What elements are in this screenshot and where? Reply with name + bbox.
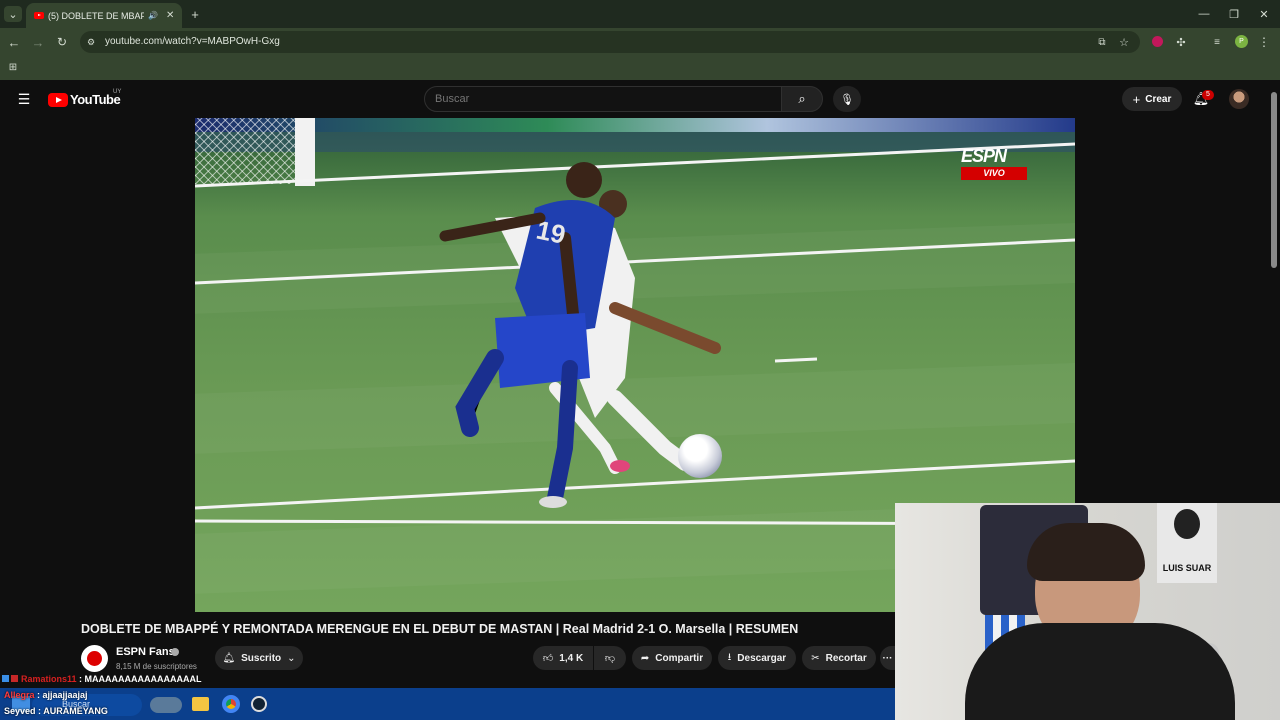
extension-icon[interactable]: [1152, 36, 1163, 47]
download-button[interactable]: ⭳ Descargar: [718, 646, 796, 670]
forward-icon[interactable]: →: [30, 34, 46, 50]
like-count: 1,4 K: [559, 652, 584, 664]
bookmark-star-icon[interactable]: ☆: [1117, 34, 1131, 50]
espn-e-icon: [87, 651, 102, 666]
share-arrow-icon: ➦: [640, 652, 650, 664]
streamer-webcam: LUIS SUAR: [895, 503, 1280, 720]
profile-avatar-icon[interactable]: P: [1235, 35, 1248, 48]
extensions-puzzle-icon[interactable]: ✣: [1174, 34, 1188, 50]
media-controls-icon[interactable]: ≡: [1210, 34, 1224, 50]
more-label: ···: [882, 652, 893, 664]
tab-title: (5) DOBLETE DE MBAPPÉ Y: [48, 10, 144, 21]
site-info-icon[interactable]: ⚙: [85, 35, 97, 49]
thumbs-up-icon: 👍︎: [542, 653, 554, 664]
chat-message: : ajjaajjaajaj: [34, 690, 88, 700]
country-code: UY: [113, 89, 122, 95]
poster: LUIS SUAR: [1157, 503, 1217, 583]
hamburger-menu-icon[interactable]: ☰: [15, 90, 33, 108]
taskbar-widget-icon[interactable]: [150, 697, 182, 713]
chat-username: Ramations11: [21, 674, 77, 684]
poster-text: LUIS SUAR: [1162, 563, 1212, 573]
subscribed-label: Suscrito: [241, 652, 282, 664]
channel-avatar[interactable]: [81, 645, 108, 672]
back-icon[interactable]: ←: [6, 34, 22, 50]
bookmarks-bar: [0, 56, 1280, 80]
minimize-icon[interactable]: —: [1196, 6, 1212, 22]
clip-button[interactable]: ✂ Recortar: [802, 646, 876, 670]
football: [678, 434, 722, 478]
share-label: Compartir: [655, 652, 704, 664]
chat-line: Allegra : ajjaajjaajaj: [4, 690, 88, 700]
chat-line: Ramations11 : MAAAAAAAAAAAAAAAAL: [0, 674, 895, 686]
notification-badge: 5: [1202, 90, 1214, 100]
microphone-icon: 🎙: [840, 93, 854, 106]
chat-username: Seyved: [4, 706, 36, 716]
channel-name[interactable]: ESPN Fans: [116, 646, 175, 658]
user-avatar[interactable]: [1229, 89, 1249, 109]
search-input[interactable]: [424, 86, 782, 112]
search-button[interactable]: ⌕: [781, 86, 823, 112]
download-icon: ⭳: [727, 651, 732, 663]
page-scrollbar[interactable]: [1271, 92, 1277, 268]
chat-badge-icon: [2, 675, 9, 682]
verified-badge-icon: [171, 648, 179, 656]
reload-icon[interactable]: ↻: [54, 34, 70, 50]
like-button[interactable]: 👍︎ 1,4 K: [533, 646, 593, 670]
apps-grid-icon[interactable]: ⊞: [6, 60, 20, 74]
thumbs-down-icon: 👎︎: [604, 653, 616, 664]
restore-icon[interactable]: ❐: [1226, 6, 1242, 22]
more-actions-button[interactable]: ···: [880, 646, 895, 670]
app-icon[interactable]: [251, 696, 267, 712]
chat-line: Seyved : AURAMEYANG: [4, 706, 108, 716]
speaker-icon[interactable]: 🔊: [148, 11, 158, 20]
subscribed-button[interactable]: 🔔︎ Suscrito ⌄: [215, 646, 303, 670]
file-explorer-icon[interactable]: [192, 697, 209, 711]
browser-menu-icon[interactable]: ⋮: [1258, 34, 1270, 50]
youtube-favicon-icon: [34, 12, 44, 19]
streamer-shirt: [965, 623, 1235, 720]
install-app-icon[interactable]: ⧉: [1095, 34, 1109, 50]
chevron-down-icon: ⌄: [287, 652, 296, 664]
create-button[interactable]: + Crear: [1122, 87, 1182, 111]
chrome-icon[interactable]: [222, 695, 240, 713]
clip-label: Recortar: [825, 652, 867, 664]
search-icon: ⌕: [798, 91, 806, 106]
live-badge: VIVO: [961, 167, 1027, 180]
espn-logo-text: ESPN: [961, 146, 1007, 166]
video-title: DOBLETE DE MBAPPÉ Y REMONTADA MERENGUE E…: [81, 622, 799, 636]
tab-search-chevron-icon[interactable]: ⌄: [4, 6, 22, 22]
scissors-icon: ✂: [811, 652, 820, 664]
chat-username: Allegra: [4, 690, 35, 700]
download-label: Descargar: [737, 652, 787, 664]
bell-icon: 🔔︎: [222, 652, 236, 664]
subscriber-count: 8,15 M de suscriptores: [116, 662, 197, 671]
chat-badge-icon: [11, 675, 18, 682]
voice-search-button[interactable]: 🎙: [833, 86, 861, 112]
create-label: Crear: [1145, 93, 1172, 105]
chat-message: : AURAMEYANG: [35, 706, 108, 716]
streamer-hair: [1027, 523, 1145, 581]
new-tab-plus-icon[interactable]: +: [188, 6, 202, 22]
youtube-logo-icon[interactable]: [48, 93, 68, 107]
tab-close-icon[interactable]: ✕: [166, 10, 174, 21]
plus-icon: +: [1132, 91, 1141, 107]
url-text: youtube.com/watch?v=MABPOwH-Gxg: [105, 36, 280, 47]
jersey-number: 19: [534, 215, 569, 250]
chat-message: : MAAAAAAAAAAAAAAAAL: [76, 674, 202, 684]
share-button[interactable]: ➦ Compartir: [632, 646, 712, 670]
browser-tab-active[interactable]: (5) DOBLETE DE MBAPPÉ Y 🔊 ✕: [26, 3, 182, 28]
window-close-icon[interactable]: ✕: [1256, 6, 1272, 22]
dislike-button[interactable]: 👎︎: [594, 646, 626, 670]
